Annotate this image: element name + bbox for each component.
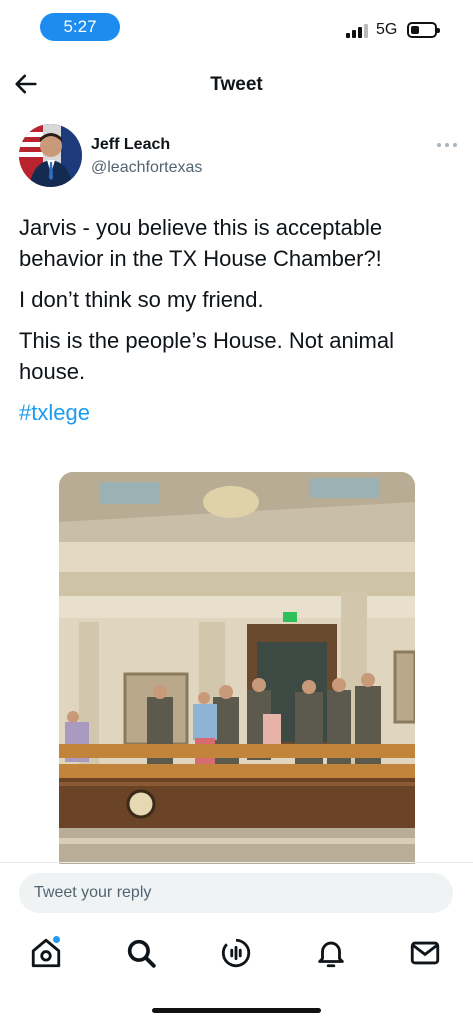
hashtag-link[interactable]: #txlege bbox=[19, 400, 90, 425]
tweet-paragraph: This is the people’s House. Not animal h… bbox=[19, 328, 395, 384]
bottom-nav bbox=[0, 930, 473, 976]
home-indicator bbox=[152, 1008, 321, 1013]
network-label: 5G bbox=[376, 21, 398, 38]
status-time: 5:27 bbox=[40, 13, 120, 41]
search-icon[interactable] bbox=[124, 936, 158, 970]
author-handle[interactable]: @leachfortexas bbox=[91, 159, 202, 177]
author-name[interactable]: Jeff Leach bbox=[91, 136, 170, 154]
home-icon[interactable] bbox=[29, 936, 63, 970]
tweet-text: Jarvis - you believe this is acceptable … bbox=[19, 212, 459, 438]
notifications-icon[interactable] bbox=[314, 936, 348, 970]
notification-dot bbox=[53, 936, 60, 943]
tweet-paragraph: Jarvis - you believe this is acceptable … bbox=[19, 215, 383, 271]
reply-input[interactable]: Tweet your reply bbox=[19, 873, 453, 913]
tweet-media[interactable] bbox=[59, 472, 415, 864]
header: Tweet bbox=[0, 60, 473, 110]
spaces-icon[interactable] bbox=[219, 936, 253, 970]
signal-icon bbox=[346, 24, 370, 38]
chamber-photo bbox=[59, 472, 415, 864]
battery-icon bbox=[407, 22, 440, 38]
tweet-paragraph: I don’t think so my friend. bbox=[19, 287, 264, 312]
avatar[interactable] bbox=[19, 124, 82, 187]
messages-icon[interactable] bbox=[408, 936, 442, 970]
status-bar: 5:27 5G bbox=[0, 0, 473, 56]
divider bbox=[0, 862, 473, 863]
more-options-icon[interactable] bbox=[435, 140, 459, 150]
page-title: Tweet bbox=[210, 74, 263, 95]
tweet-author[interactable]: Jeff Leach @leachfortexas bbox=[19, 124, 459, 190]
